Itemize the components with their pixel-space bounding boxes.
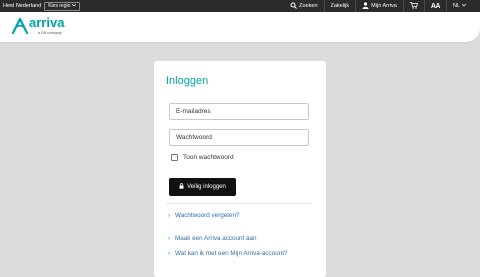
chevron-down-icon [461,3,467,9]
language-select[interactable]: NL [445,0,472,12]
login-card: Inloggen E-mailadres Wachtwoord Toon wac… [154,61,326,277]
password-placeholder: Wachtwoord [176,134,212,141]
chevron-down-icon [72,3,77,10]
create-account-link[interactable]: › Maak een Arriva account aan [168,235,257,242]
forgot-password-link[interactable]: › Wachtwoord vergeten? [168,212,240,219]
my-arriva-label: Mijn Arriva [371,3,397,9]
divider [166,203,312,204]
site-header: arriva a DB company [0,12,480,42]
business-label: Zakelijk [330,3,350,9]
email-field[interactable]: E-mailadres [169,103,309,120]
top-bar: Heel Nederland Kies regio Zoeken Zakelij… [0,0,480,12]
my-arriva-link[interactable]: Mijn Arriva [355,0,403,12]
show-password-row[interactable]: Toon wachtwoord [171,154,234,161]
text-size-toggle[interactable]: AA [423,0,446,12]
login-title: Inloggen [166,75,209,87]
forgot-password-label: Wachtwoord vergeten? [175,212,240,219]
choose-region-label: Kies regio [48,2,71,9]
logo-subtitle: a DB company [38,31,62,35]
search-icon [290,2,298,11]
search-label: Zoeken [299,3,318,9]
chevron-right-icon: › [168,212,170,219]
email-placeholder: E-mailadres [176,108,211,115]
secure-login-label: Veilig inloggen [187,184,226,190]
arriva-logo[interactable]: arriva a DB company [11,15,76,39]
account-info-link[interactable]: › Wat kan ik met een Mijn Arriva-account… [168,250,287,257]
top-bar-actions: Zoeken Zakelijk Mijn Arriva AA NL [284,0,472,12]
text-size-label: AA [430,2,441,10]
cart-icon [409,1,418,11]
region-label: Heel Nederland [3,3,42,9]
arriva-logo-icon [11,17,29,39]
search-link[interactable]: Zoeken [284,0,323,12]
lock-icon [179,183,184,191]
create-account-label: Maak een Arriva account aan [175,235,257,242]
show-password-checkbox[interactable] [171,154,178,161]
cart-link[interactable] [402,0,424,12]
logo-wordmark: arriva [29,15,65,30]
account-info-label: Wat kan ik met een Mijn Arriva-account? [175,250,288,257]
chevron-right-icon: › [168,250,170,257]
choose-region-button[interactable]: Kies regio [44,1,81,11]
region-area: Heel Nederland Kies regio [3,0,81,12]
user-icon [362,1,369,11]
business-link[interactable]: Zakelijk [323,0,356,12]
password-field[interactable]: Wachtwoord [169,129,309,146]
show-password-label: Toon wachtwoord [183,154,234,161]
secure-login-button[interactable]: Veilig inloggen [169,178,236,196]
language-label: NL [452,3,460,9]
chevron-right-icon: › [168,235,170,242]
